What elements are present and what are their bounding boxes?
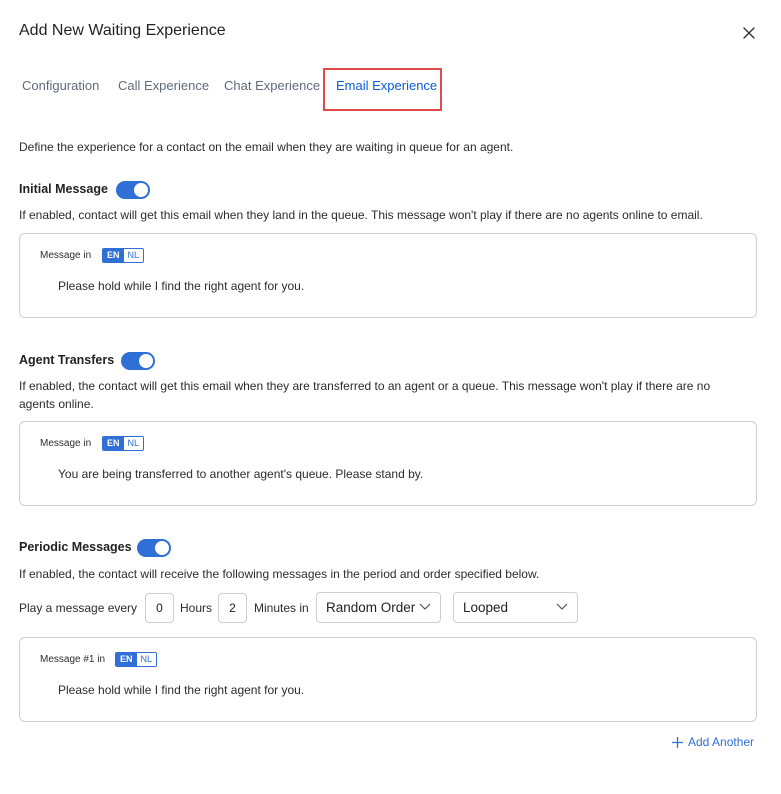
tab-configuration[interactable]: Configuration xyxy=(22,78,99,93)
order-select[interactable]: Random Order xyxy=(316,592,441,623)
minutes-label: Minutes in xyxy=(254,601,309,615)
message-language-label: Message #1 in xyxy=(40,654,106,665)
language-nl[interactable]: NL xyxy=(136,653,157,666)
periodic-messages-toggle[interactable] xyxy=(137,539,171,557)
language-en[interactable]: EN xyxy=(103,249,124,262)
agent-transfers-toggle[interactable] xyxy=(121,352,155,370)
tab-chat-experience[interactable]: Chat Experience xyxy=(224,78,320,93)
periodic-messages-description: If enabled, the contact will receive the… xyxy=(19,567,540,581)
tab-call-experience[interactable]: Call Experience xyxy=(118,78,209,93)
initial-message-box xyxy=(19,233,757,318)
dialog-title: Add New Waiting Experience xyxy=(19,22,226,39)
add-another-button[interactable]: Add Another xyxy=(671,735,754,749)
hours-label: Hours xyxy=(180,601,213,615)
agent-transfers-box xyxy=(19,421,757,506)
chevron-down-icon xyxy=(556,603,568,610)
hours-input[interactable]: 0 xyxy=(145,593,174,623)
plus-icon xyxy=(672,736,683,748)
language-en[interactable]: EN xyxy=(116,653,137,666)
language-en[interactable]: EN xyxy=(103,437,124,450)
intro-text: Define the experience for a contact on t… xyxy=(19,140,514,154)
language-switch: EN NL xyxy=(115,652,158,667)
toggle-knob xyxy=(134,183,148,197)
close-icon[interactable] xyxy=(740,24,758,42)
language-switch: EN NL xyxy=(102,248,145,263)
initial-message-description: If enabled, contact will get this email … xyxy=(19,208,703,222)
toggle-knob xyxy=(139,354,153,368)
order-select-value: Random Order xyxy=(326,600,416,615)
initial-message-toggle[interactable] xyxy=(116,181,150,199)
agent-transfers-label: Agent Transfers xyxy=(19,353,115,367)
message-language-label: Message in xyxy=(40,438,92,449)
loop-select[interactable]: Looped xyxy=(453,592,578,623)
chevron-down-icon xyxy=(419,603,431,610)
agent-transfers-description: If enabled, the contact will get this em… xyxy=(19,379,711,393)
periodic-message-text[interactable]: Please hold while I find the right agent… xyxy=(58,683,304,697)
agent-transfers-message-text[interactable]: You are being transferred to another age… xyxy=(58,467,423,481)
add-another-label: Add Another xyxy=(688,735,755,749)
agent-transfers-description-cont: agents online. xyxy=(19,397,94,411)
language-switch: EN NL xyxy=(102,436,145,451)
language-nl[interactable]: NL xyxy=(123,437,144,450)
message-language-label: Message in xyxy=(40,250,92,261)
play-every-label: Play a message every xyxy=(19,601,138,615)
language-nl[interactable]: NL xyxy=(123,249,144,262)
periodic-messages-label: Periodic Messages xyxy=(19,540,132,554)
initial-message-text[interactable]: Please hold while I find the right agent… xyxy=(58,279,304,293)
minutes-input[interactable]: 2 xyxy=(218,593,247,623)
loop-select-value: Looped xyxy=(463,600,509,615)
periodic-message-box xyxy=(19,637,757,722)
toggle-knob xyxy=(155,541,169,555)
tab-email-experience[interactable]: Email Experience xyxy=(336,78,437,93)
initial-message-label: Initial Message xyxy=(19,182,108,196)
